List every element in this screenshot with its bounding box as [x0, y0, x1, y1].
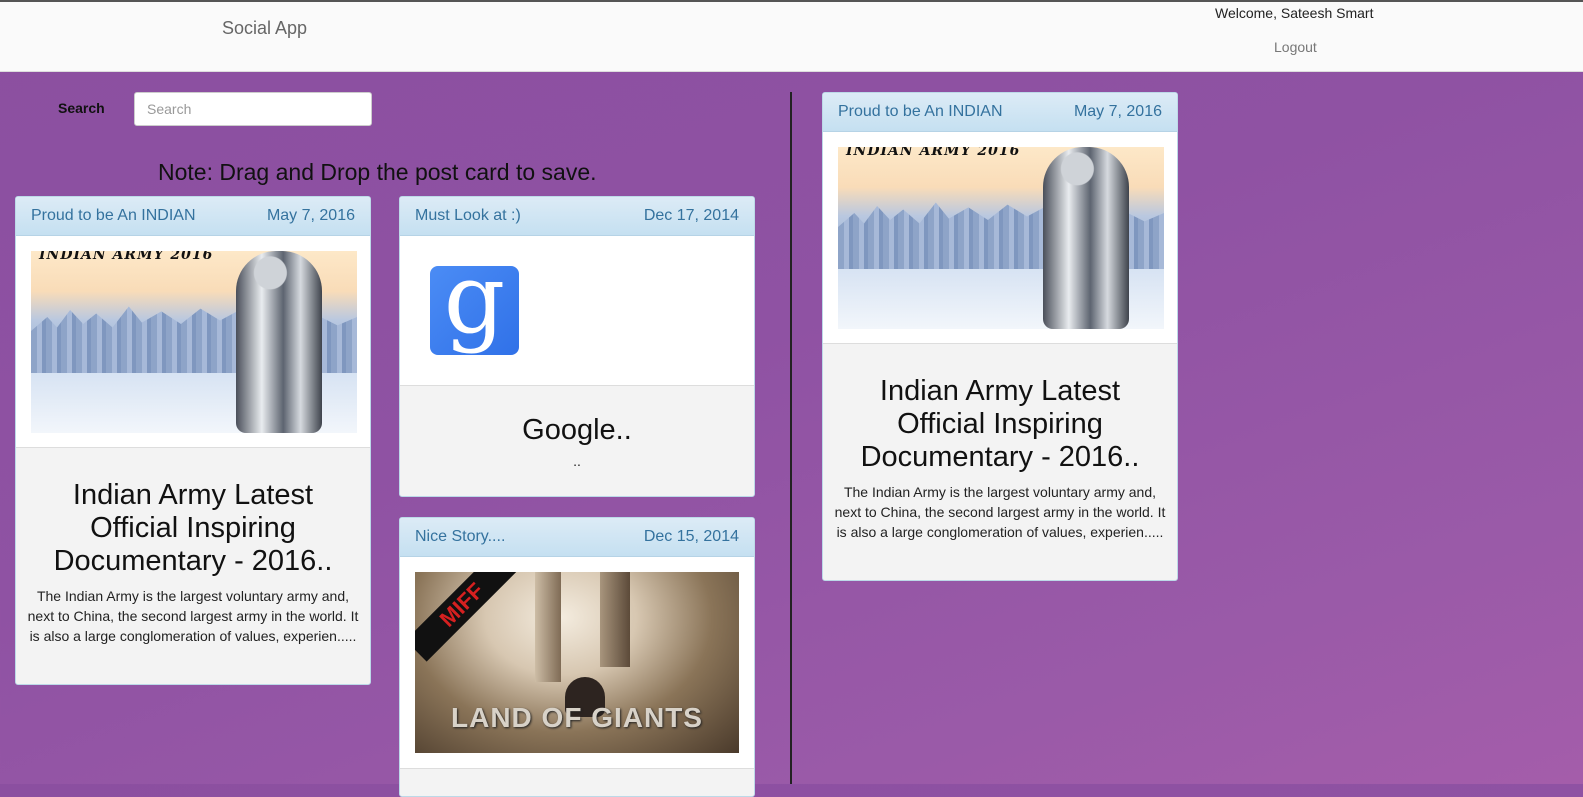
card-image-area: MIFF LAND OF GIANTS [400, 557, 754, 769]
logout-link[interactable]: Logout [1274, 39, 1317, 55]
image-caption: INDIAN ARMY 2016 [39, 251, 214, 263]
column-divider [790, 92, 792, 784]
post-card[interactable]: Nice Story.... Dec 15, 2014 MIFF LAND OF… [399, 517, 755, 797]
google-logo-icon: g [430, 266, 519, 355]
image-caption: LAND OF GIANTS [451, 702, 703, 733]
card-header-title: Proud to be An INDIAN [31, 207, 196, 224]
card-text: The Indian Army is the largest voluntary… [834, 484, 1166, 540]
card-date: May 7, 2016 [266, 207, 355, 224]
image-caption: INDIAN ARMY 2016 [846, 147, 1021, 159]
card-header: Nice Story.... Dec 15, 2014 [400, 518, 754, 557]
app-brand[interactable]: Social App [222, 18, 307, 39]
card-header: Proud to be An INDIAN May 7, 2016 [823, 93, 1177, 132]
card-image-area: INDIAN ARMY 2016 [16, 236, 370, 448]
post-card[interactable]: Proud to be An INDIAN May 7, 2016 INDIAN… [15, 196, 371, 685]
card-header-title: Nice Story.... [415, 528, 506, 545]
drag-drop-note: Note: Drag and Drop the post card to sav… [158, 159, 597, 185]
card-header: Must Look at :) Dec 17, 2014 [400, 197, 754, 236]
indian-army-image: INDIAN ARMY 2016 [838, 147, 1164, 329]
card-image-area: INDIAN ARMY 2016 [823, 132, 1177, 344]
card-title: Indian Army Latest Official Inspiring Do… [860, 375, 1140, 473]
card-image-area: g [400, 236, 754, 386]
saved-post-card[interactable]: Proud to be An INDIAN May 7, 2016 INDIAN… [822, 92, 1178, 581]
card-date: Dec 17, 2014 [643, 207, 739, 224]
search-input[interactable] [134, 92, 372, 126]
card-title: Indian Army Latest Official Inspiring Do… [53, 479, 333, 577]
card-text: .. [573, 453, 581, 469]
card-body: Indian Army Latest Official Inspiring Do… [823, 344, 1177, 542]
card-header: Proud to be An INDIAN May 7, 2016 [16, 197, 370, 236]
card-body: Indian Army Latest Official Inspiring Do… [16, 448, 370, 646]
post-card[interactable]: Must Look at :) Dec 17, 2014 g Google.. … [399, 196, 755, 497]
card-date: Dec 15, 2014 [643, 528, 739, 545]
card-text: The Indian Army is the largest voluntary… [27, 588, 359, 644]
land-of-giants-image: MIFF LAND OF GIANTS [415, 572, 739, 753]
card-header-title: Must Look at :) [415, 207, 521, 224]
welcome-message: Welcome, Sateesh Smart [1215, 5, 1374, 21]
card-body: Google.. .. [400, 386, 754, 471]
search-label: Search [58, 100, 105, 116]
top-navbar: Social App Welcome, Sateesh Smart Logout [0, 0, 1583, 72]
image-badge: MIFF [415, 572, 519, 662]
card-header-title: Proud to be An INDIAN [838, 103, 1003, 120]
card-date: May 7, 2016 [1073, 103, 1162, 120]
card-title: Google.. [522, 414, 632, 446]
indian-army-image: INDIAN ARMY 2016 [31, 251, 357, 433]
